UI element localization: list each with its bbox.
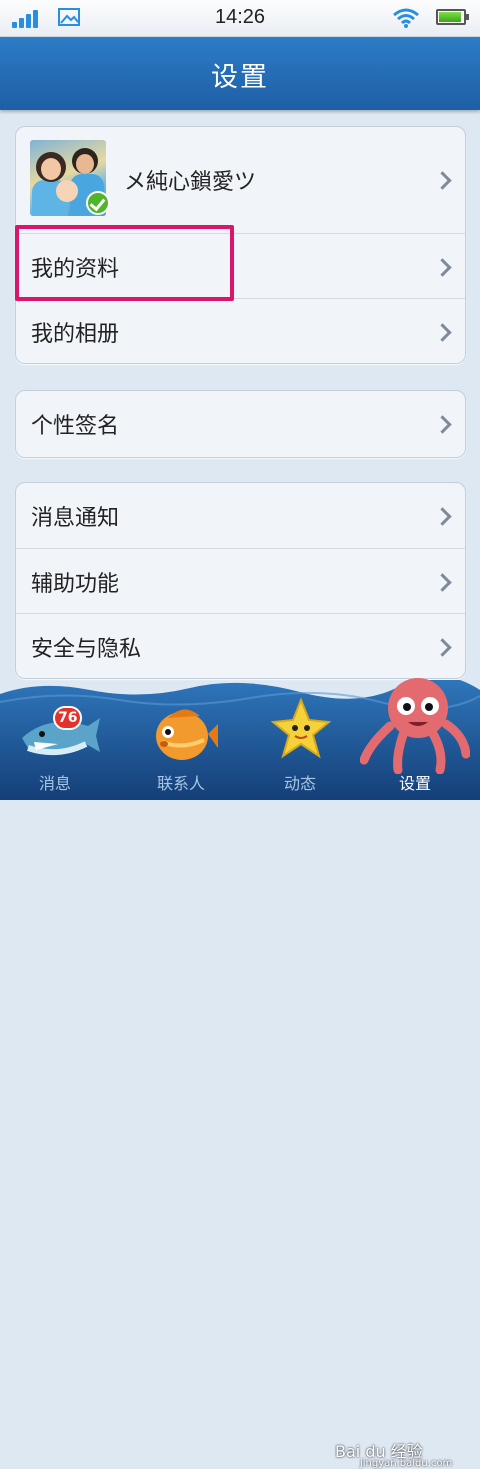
tab-messages[interactable]: 76 消息 xyxy=(0,680,110,800)
tab-label: 动态 xyxy=(283,774,316,793)
row-accessibility[interactable]: 辅助功能 xyxy=(16,548,465,614)
row-label: 安全与隐私 xyxy=(31,636,142,662)
starfish-icon xyxy=(271,698,331,759)
fish-icon xyxy=(156,709,218,760)
watermark-url: jingyan.baidu.com xyxy=(360,1458,453,1469)
preferences-group: 消息通知 辅助功能 安全与隐私 xyxy=(15,482,466,679)
page-title: 设置 xyxy=(211,62,269,93)
wifi-icon xyxy=(393,8,419,28)
tab-label: 消息 xyxy=(38,774,71,793)
unread-badge: 76 xyxy=(53,706,83,730)
status-bar: 14:26 xyxy=(0,0,480,37)
row-security-privacy[interactable]: 安全与隐私 xyxy=(16,613,465,679)
verified-check-icon xyxy=(86,191,110,215)
row-signature[interactable]: 个性签名 xyxy=(16,391,465,457)
chevron-right-icon xyxy=(433,637,452,657)
highlight-box xyxy=(15,225,234,301)
tab-label: 设置 xyxy=(398,774,431,793)
row-my-album[interactable]: 我的相册 xyxy=(16,298,465,364)
row-label: 个性签名 xyxy=(31,414,120,439)
chevron-right-icon xyxy=(433,572,452,592)
row-notifications[interactable]: 消息通知 xyxy=(16,483,465,548)
battery-icon xyxy=(436,9,469,25)
tab-bar: 76 消息 联系人 动态 设置 Bai du 经验 jingyan.baidu.… xyxy=(0,678,480,1469)
row-label: 我的相册 xyxy=(31,321,120,347)
tab-settings[interactable]: 设置 xyxy=(360,678,470,800)
chevron-right-icon xyxy=(433,171,452,190)
tab-feed[interactable]: 动态 xyxy=(245,680,355,800)
chevron-right-icon xyxy=(433,506,452,526)
chevron-right-icon xyxy=(433,415,452,434)
title-bar: 设置 xyxy=(0,37,480,110)
chevron-right-icon xyxy=(433,322,452,342)
chevron-right-icon xyxy=(433,257,452,277)
tab-contacts[interactable]: 联系人 xyxy=(126,680,236,800)
profile-row[interactable]: メ純心鎖愛ツ xyxy=(16,127,465,233)
row-label: 消息通知 xyxy=(31,505,120,531)
signature-group: 个性签名 xyxy=(15,390,466,458)
row-label: 辅助功能 xyxy=(31,571,120,597)
octopus-icon xyxy=(360,678,470,774)
profile-name: メ純心鎖愛ツ xyxy=(124,170,257,195)
tab-label: 联系人 xyxy=(156,774,205,793)
